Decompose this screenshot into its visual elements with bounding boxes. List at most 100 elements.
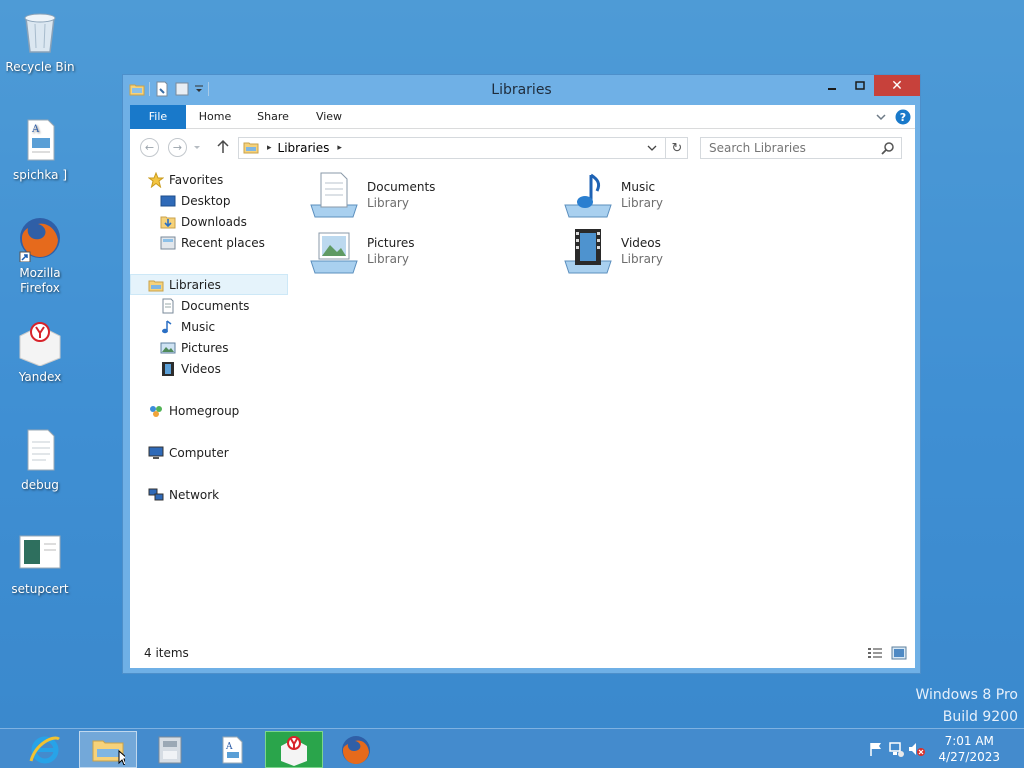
nav-label: Documents [181,298,250,313]
desktop-icon-setupcert[interactable]: setupcert [0,530,80,597]
firefox-icon [342,735,370,764]
tab-file[interactable]: File [130,105,186,129]
nav-label: Videos [181,361,221,376]
documents-icon [160,298,176,314]
expand-ribbon-icon[interactable] [875,111,887,126]
nav-desktop[interactable]: Desktop [160,190,231,211]
svg-text:A: A [31,124,40,135]
tab-share[interactable]: Share [248,105,298,129]
nav-downloads[interactable]: Downloads [160,211,247,232]
document-icon: A [16,116,64,164]
library-type: Library [367,252,409,266]
videos-library-icon [563,227,613,275]
desktop-icon-label: setupcert [11,582,69,596]
address-bar[interactable]: ▸ Libraries ▸ [238,137,688,159]
refresh-button[interactable]: ↻ [665,137,688,159]
nav-videos[interactable]: Videos [160,358,221,379]
close-icon: ✕ [891,77,903,94]
taskbar-app-installer[interactable] [141,731,199,768]
desktop-icon-label: Recycle Bin [5,60,75,74]
desktop-icon-label: Mozilla Firefox [19,266,61,295]
chevron-down-icon [194,146,200,149]
nav-recent-places[interactable]: Recent places [160,232,265,253]
installer-icon [158,736,182,763]
breadcrumb-separator-icon[interactable]: ▸ [337,143,342,153]
volume-muted-icon[interactable] [906,739,926,759]
nav-label: Downloads [181,214,247,229]
library-item-videos[interactable]: Videos Library [555,225,795,275]
breadcrumb-libraries[interactable]: Libraries [278,141,330,155]
nav-label: Recent places [181,235,265,250]
nav-network[interactable]: Network [148,484,219,505]
taskbar-internet-explorer[interactable] [16,731,74,768]
taskbar: A 7:01 AM 4/27/2023 [0,728,1024,768]
nav-label: Homegroup [169,403,240,418]
taskbar-file-explorer[interactable] [79,731,137,768]
address-dropdown[interactable] [647,142,657,157]
nav-libraries[interactable]: Libraries [130,274,288,295]
taskbar-yandex[interactable] [265,731,323,768]
nav-label: Computer [169,445,229,460]
recent-places-icon [160,235,176,251]
nav-documents[interactable]: Documents [160,295,249,316]
library-item-music[interactable]: Music Library [555,169,795,219]
recent-locations-button[interactable] [192,141,202,155]
pictures-library-icon [309,227,359,275]
desktop-icon-debug[interactable]: debug [0,426,80,493]
desktop-icon-firefox[interactable]: Mozilla Firefox [0,214,80,296]
clock-date: 4/27/2023 [938,750,1000,764]
homegroup-icon [148,403,164,419]
search-input[interactable] [709,141,874,155]
library-name: Music [621,180,656,194]
desktop-icon-spichka[interactable]: A spichka ] [0,116,80,183]
ribbon-tabs: File Home Share View ? [130,105,915,129]
music-library-icon [563,171,613,219]
nav-music[interactable]: Music [160,316,215,337]
nav-label: Desktop [181,193,231,208]
nav-homegroup[interactable]: Homegroup [148,400,239,421]
help-icon[interactable]: ? [895,109,911,128]
watermark-edition: Windows 8 Pro [915,687,1018,703]
nav-computer[interactable]: Computer [148,442,229,463]
search-icon[interactable] [881,141,895,158]
forward-button[interactable]: → [168,138,187,157]
library-item-documents[interactable]: Documents Library [301,169,541,219]
tab-view[interactable]: View [304,105,354,129]
pictures-icon [160,340,176,356]
title-bar[interactable]: Libraries ✕ [123,75,920,105]
library-item-pictures[interactable]: Pictures Library [301,225,541,275]
taskbar-firefox[interactable] [327,731,385,768]
up-button[interactable] [216,139,230,158]
details-view-icon[interactable] [867,646,883,663]
action-center-flag-icon[interactable] [866,739,886,759]
library-name: Documents [367,180,436,194]
breadcrumb-separator-icon[interactable]: ▸ [267,143,272,153]
desktop-icon-label: spichka ] [13,168,67,182]
nav-label: Music [181,319,216,334]
maximize-button[interactable] [846,75,874,96]
nav-favorites[interactable]: Favorites [147,169,223,190]
downloads-icon [160,214,176,230]
minimize-button[interactable] [818,75,846,96]
item-count: 4 items [144,646,189,660]
network-status-icon[interactable] [886,739,906,759]
videos-icon [160,361,176,377]
desktop-icon-recycle-bin[interactable]: Recycle Bin [0,8,80,75]
close-button[interactable]: ✕ [874,75,920,96]
window-title: Libraries [491,82,552,98]
nav-pictures[interactable]: Pictures [160,337,229,358]
search-box[interactable] [700,137,902,159]
large-icons-view-icon[interactable] [891,646,907,663]
taskbar-clock[interactable]: 7:01 AM 4/27/2023 [938,733,1000,765]
arrow-right-icon: → [172,141,183,154]
desktop-icon-yandex[interactable]: Yandex [0,318,80,385]
taskbar-document-app[interactable]: A [203,731,261,768]
os-watermark: Windows 8 Pro Build 9200 [915,684,1018,728]
tab-home[interactable]: Home [190,105,240,129]
back-button[interactable]: ← [140,138,159,157]
nav-label: Pictures [181,340,229,355]
star-icon [147,171,165,188]
navigation-pane: Favorites Desktop Downloads Recent place… [130,167,290,637]
svg-text:A: A [225,742,233,752]
libraries-icon [148,277,164,293]
